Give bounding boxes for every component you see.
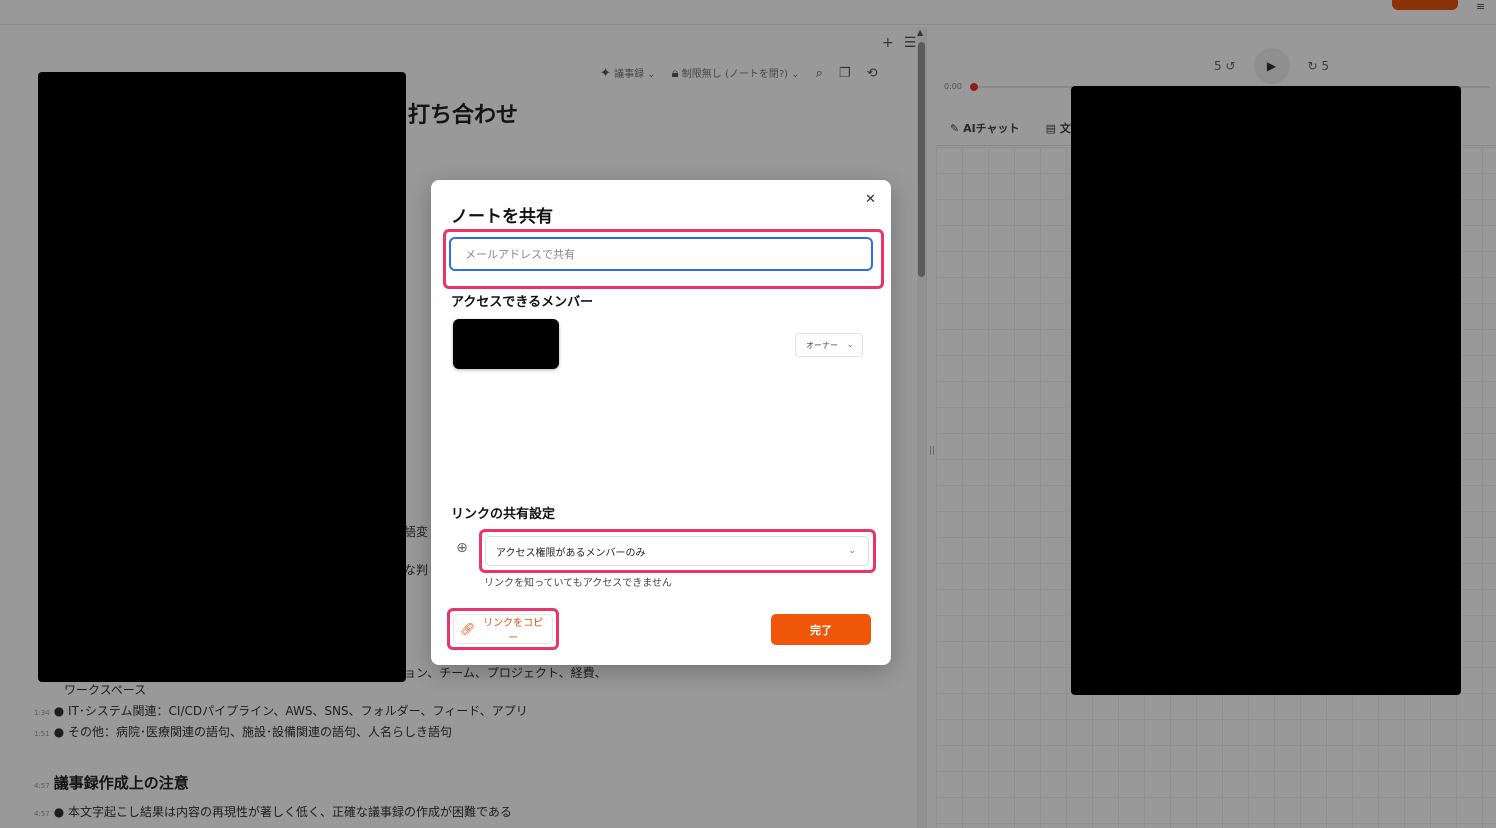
member-role-select[interactable]: オーナー ⌄ <box>795 333 863 357</box>
chevron-down-icon: ⌄ <box>846 340 854 350</box>
globe-icon: ⊕ <box>456 540 468 556</box>
access-note: リンクを知っていてもアクセスできません <box>484 578 672 589</box>
dialog-title: ノートを共有 <box>451 207 553 227</box>
chevron-down-icon: ⌄ <box>848 546 856 556</box>
link-icon: 🔗︎ <box>460 622 476 636</box>
link-settings-label: リンクの共有設定 <box>451 507 556 522</box>
copy-link-button[interactable]: 🔗︎ リンクをコピー <box>453 614 553 644</box>
members-label: アクセスできるメンバー <box>451 295 594 310</box>
done-button[interactable]: 完了 <box>771 614 871 645</box>
share-note-dialog: ✕ ノートを共有 アクセスできるメンバー オーナー⌄ リンクの共有設定 ⊕ アク… <box>431 180 891 665</box>
link-access-select[interactable]: アクセス権限があるメンバーのみ ⌄ <box>485 536 869 566</box>
close-icon[interactable]: ✕ <box>865 192 876 207</box>
member-entry-redacted <box>453 319 559 369</box>
email-share-input[interactable] <box>449 237 873 271</box>
